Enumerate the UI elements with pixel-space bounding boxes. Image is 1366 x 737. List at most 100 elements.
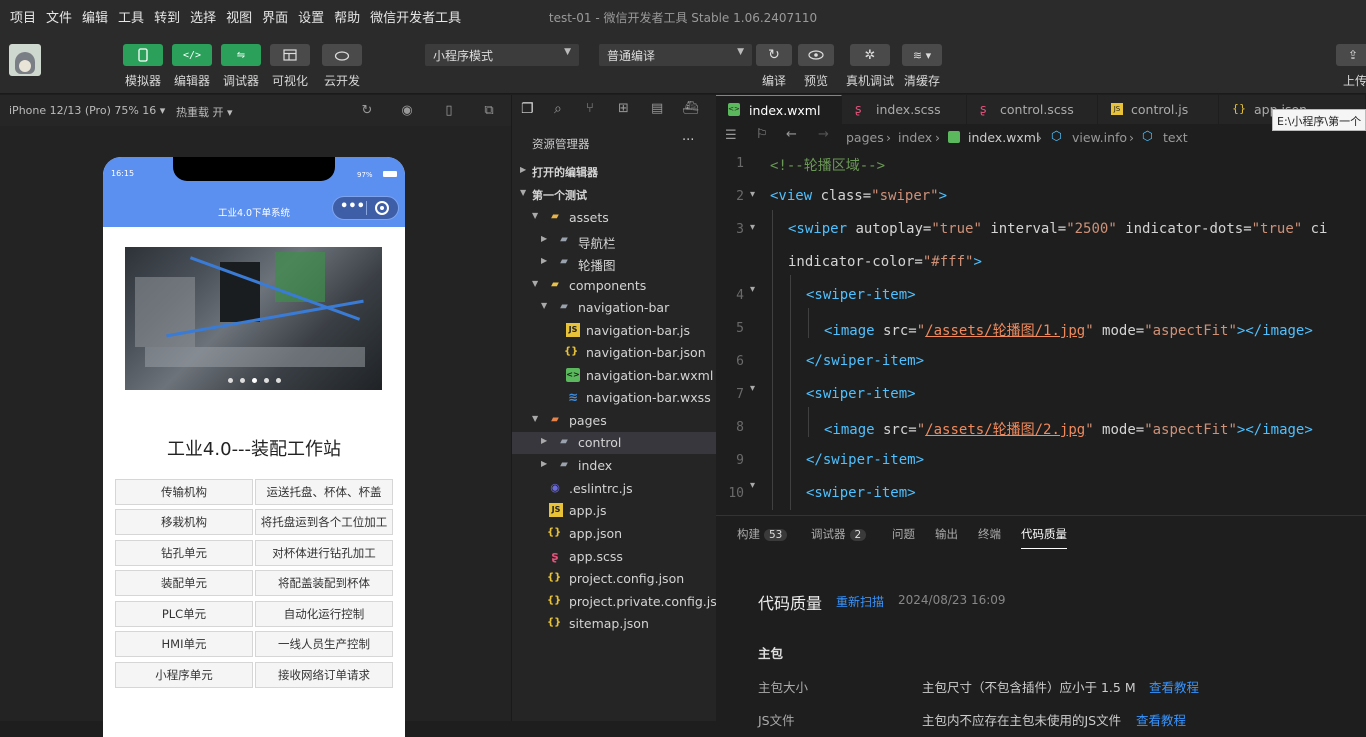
menu-item-view[interactable]: 视图 [226, 7, 252, 26]
menu-item-devtools[interactable]: 微信开发者工具 [370, 7, 461, 26]
popout-icon[interactable]: ⧉ [481, 103, 497, 119]
menu-item-file[interactable]: 文件 [46, 7, 72, 26]
row-right-cell[interactable]: 自动化运行控制 [255, 601, 393, 627]
menu-item-project[interactable]: 项目 [10, 7, 36, 26]
breadcrumb-item[interactable]: text [1163, 130, 1188, 145]
hotreload-select[interactable]: 热重载 开 ▾ [176, 104, 233, 120]
tree-item-file[interactable]: JS app.js [512, 500, 717, 522]
tab-control-scss[interactable]: ʂ control.scss [968, 95, 1098, 124]
panel-tab-build[interactable]: 构建 53 [737, 526, 788, 542]
tree-item-file[interactable]: {} app.json [512, 523, 717, 545]
tree-item-file[interactable]: {} project.private.config.js... [512, 591, 729, 613]
phone-icon[interactable]: ▯ [441, 103, 457, 119]
row-left-cell[interactable]: 钻孔单元 [115, 540, 253, 566]
tree-item-nav-folder[interactable]: ▶ ▰ 导航栏 [512, 230, 717, 252]
tree-item-swiper-folder[interactable]: ▶ ▰ 轮播图 [512, 252, 717, 274]
compile-select[interactable]: 普通编译 ▼ [599, 44, 752, 66]
close-mini-icon[interactable] [375, 201, 389, 215]
breadcrumb-item[interactable]: index.wxml [968, 130, 1039, 145]
tree-item-file[interactable]: ≋ navigation-bar.wxss [512, 387, 717, 409]
breadcrumb-item[interactable]: index [898, 130, 932, 145]
section-open-editors[interactable]: ▶ 打开的编辑器 [512, 161, 717, 183]
compile-button[interactable]: ↻ [756, 44, 792, 66]
capsule-menu[interactable]: ••• [332, 196, 399, 220]
back-icon[interactable]: ← [786, 127, 797, 142]
tree-item-components[interactable]: ▼ ▰ components [512, 275, 717, 297]
tree-item-file[interactable]: ◉ .eslintrc.js [512, 478, 717, 500]
menu-item-edit[interactable]: 编辑 [82, 7, 108, 26]
chevron-down-icon[interactable]: ▾ [750, 284, 755, 295]
editor-button[interactable]: </> [172, 44, 212, 66]
cloud-button[interactable] [322, 44, 362, 66]
reload-icon[interactable]: ↻ [359, 103, 375, 119]
row-left-cell[interactable]: 传输机构 [115, 479, 253, 505]
tree-item-file[interactable]: {} navigation-bar.json [512, 342, 717, 364]
panel-icon[interactable]: ▤ [651, 101, 663, 116]
simulator-button[interactable] [123, 44, 163, 66]
row-right-cell[interactable]: 接收网络订单请求 [255, 662, 393, 688]
chevron-down-icon[interactable]: ▾ [750, 383, 755, 394]
search-icon[interactable]: ⌕ [554, 101, 562, 117]
panel-tab-problems[interactable]: 问题 [892, 526, 915, 542]
stop-icon[interactable]: ◉ [399, 103, 415, 119]
tab-control-js[interactable]: JS control.js [1099, 95, 1219, 124]
tree-item-file[interactable]: ʂ app.scss [512, 546, 717, 568]
breadcrumb-item[interactable]: view.info [1072, 130, 1127, 145]
row-left-cell[interactable]: 小程序单元 [115, 662, 253, 688]
panel-tab-output[interactable]: 输出 [935, 526, 958, 542]
panel-tab-code-quality[interactable]: 代码质量 [1021, 526, 1067, 549]
row-left-cell[interactable]: PLC单元 [115, 601, 253, 627]
row-right-cell[interactable]: 一线人员生产控制 [255, 631, 393, 657]
breadcrumb-item[interactable]: pages [846, 130, 884, 145]
tree-item-assets[interactable]: ▼ ▰ assets [512, 207, 717, 229]
menu-item-settings[interactable]: 设置 [298, 7, 324, 26]
preview-button[interactable] [798, 44, 834, 66]
menu-item-select[interactable]: 选择 [190, 7, 216, 26]
row-right-cell[interactable]: 运送托盘、杯体、杯盖 [255, 479, 393, 505]
real-debug-button[interactable]: ✲ [850, 44, 890, 66]
row-left-cell[interactable]: 移栽机构 [115, 509, 253, 535]
avatar[interactable] [9, 44, 41, 76]
tree-item-control[interactable]: ▶ ▰ control [512, 432, 717, 454]
visual-button[interactable] [270, 44, 310, 66]
code-area[interactable]: 1 2 ▾ 3 ▾ 4 ▾ 5 6 7 ▾ 8 9 10 ▾ <!--轮播区域-… [716, 150, 1366, 515]
git-icon[interactable]: ⑂ [586, 101, 594, 116]
tree-item-file[interactable]: JS navigation-bar.js [512, 320, 717, 342]
list-icon[interactable]: ☰ [725, 128, 737, 143]
tutorial-link[interactable]: 查看教程 [1149, 677, 1199, 696]
mode-select[interactable]: 小程序模式 ▼ [425, 44, 579, 66]
tree-item-navigation-bar[interactable]: ▼ ▰ navigation-bar [512, 297, 717, 319]
row-right-cell[interactable]: 对杯体进行钻孔加工 [255, 540, 393, 566]
row-right-cell[interactable]: 将配盖装配到杯体 [255, 570, 393, 596]
section-project[interactable]: ▼ 第一个测试 [512, 184, 717, 206]
menu-item-tools[interactable]: 工具 [118, 7, 144, 26]
rescan-link[interactable]: 重新扫描 [836, 593, 884, 610]
debugger-button[interactable]: ⇋ [221, 44, 261, 66]
device-select[interactable]: iPhone 12/13 (Pro) 75% 16 ▾ [9, 104, 165, 117]
panel-tab-terminal[interactable]: 终端 [978, 526, 1001, 542]
chevron-down-icon[interactable]: ▾ [750, 480, 755, 491]
tree-item-pages[interactable]: ▼ ▰ pages [512, 410, 717, 432]
extensions-icon[interactable]: ⊞ [618, 101, 629, 116]
tab-index-wxml[interactable]: <> index.wxml [716, 95, 842, 124]
chevron-down-icon[interactable]: ▾ [750, 189, 755, 200]
row-right-cell[interactable]: 将托盘运到各个工位加工 [255, 509, 393, 535]
tutorial-link[interactable]: 查看教程 [1136, 710, 1186, 729]
more-icon[interactable]: ··· [682, 133, 694, 148]
tree-item-file[interactable]: <> navigation-bar.wxml [512, 365, 717, 387]
tree-item-file[interactable]: {} project.config.json [512, 568, 717, 590]
upload-button[interactable]: ⇪ [1336, 44, 1366, 66]
menu-item-goto[interactable]: 转到 [154, 7, 180, 26]
tab-index-scss[interactable]: ʂ index.scss [843, 95, 967, 124]
bookmark-icon[interactable]: ⚐ [756, 127, 768, 142]
row-left-cell[interactable]: 装配单元 [115, 570, 253, 596]
menu-item-help[interactable]: 帮助 [334, 7, 360, 26]
swiper-image[interactable] [125, 247, 382, 390]
more-icon[interactable]: ••• [340, 199, 365, 214]
files-icon[interactable]: ❐ [521, 101, 534, 117]
clear-cache-button[interactable]: ≋ ▾ [902, 44, 942, 66]
tree-item-file[interactable]: {} sitemap.json [512, 613, 717, 635]
forward-icon[interactable]: → [818, 127, 829, 142]
docker-icon[interactable]: ⛴ [682, 101, 699, 116]
panel-tab-debugger[interactable]: 调试器 2 [811, 526, 867, 542]
